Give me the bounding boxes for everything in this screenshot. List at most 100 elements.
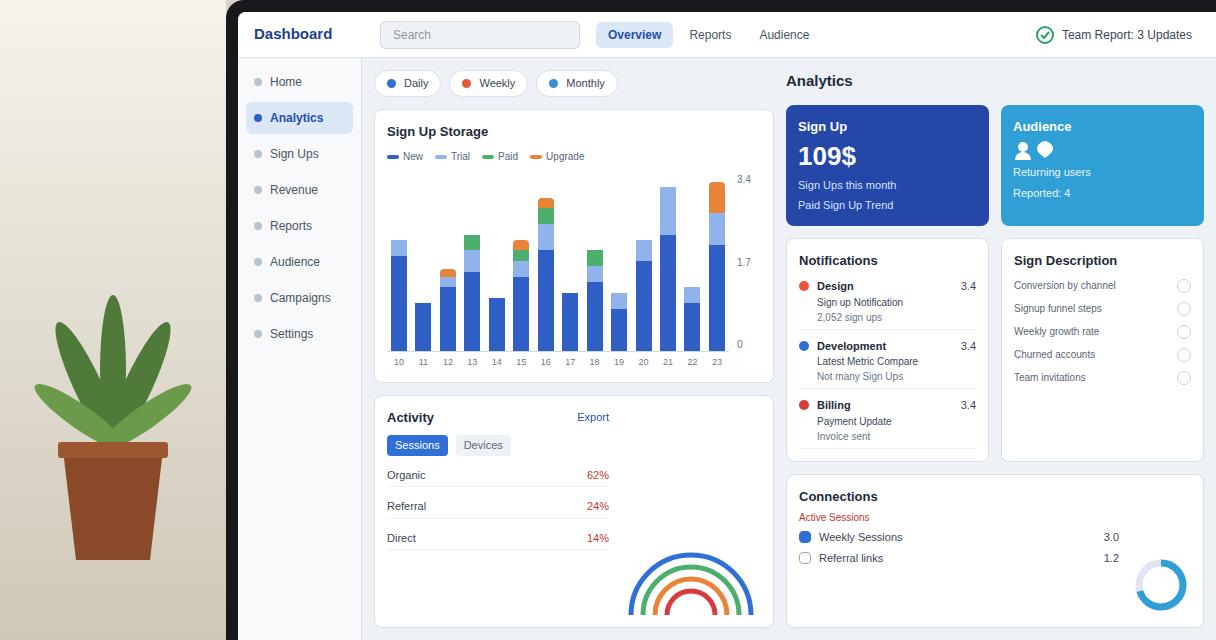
bar [587,250,603,351]
x-label: 19 [611,356,627,370]
search-field[interactable] [380,21,580,49]
middle-row: NotificationsDesignSign up Notification2… [786,238,1204,462]
circle-icon [1177,302,1191,316]
bar-segment [611,309,627,351]
legend-swatch [435,155,447,159]
audience-card: AudienceReturning usersReported: 4 [1001,105,1204,226]
activity-tab[interactable]: Sessions [387,435,448,456]
connections-card: Connections Active Sessions Weekly Session… [786,474,1204,629]
notification-item[interactable]: DevelopmentLatest Metric CompareNot many… [799,338,976,390]
activity-row: Organic62% [387,464,609,488]
donut-gauge [1131,555,1191,615]
signup-card: Sign Up109$Sign Ups this monthPaid Sign … [786,105,989,226]
bar-segment [513,261,529,277]
filter-pill[interactable]: Weekly [449,70,528,97]
audience-title: Audience [1013,117,1192,137]
x-label: 21 [660,356,676,370]
checkbox[interactable] [799,531,811,543]
connection-label: Weekly Sessions [819,529,1096,546]
item-icon [254,114,262,122]
sidebar-item[interactable]: Settings [246,318,353,350]
activity-row: Direct14% [387,527,609,551]
filter-dot [462,79,471,88]
notification-value: 3.4 [961,278,976,295]
legend-swatch [387,155,399,159]
circle-icon [1177,325,1191,339]
sidebar-item[interactable]: Home [246,66,353,98]
legend-item: Paid [482,149,518,164]
notification-item[interactable]: DesignSign up Notification2,052 sign ups… [799,278,976,330]
activity-tab[interactable]: Devices [456,435,511,456]
signup-caption: Sign Ups this month [798,177,977,194]
notification-item[interactable]: BillingPayment UpdateInvoice sent3.4 [799,397,976,449]
sidebar-item[interactable]: Audience [246,246,353,278]
sidebar-item[interactable]: Sign Ups [246,138,353,170]
bar-segment [538,224,554,250]
filter-pill[interactable]: Daily [374,70,441,97]
notification-label: Billing [817,397,953,414]
notification-text: DesignSign up Notification2,052 sign ups [817,278,953,325]
sidebar-label: Campaigns [270,289,331,307]
sidebar-item[interactable]: Reports [246,210,353,242]
activity-label: Direct [387,530,416,547]
bar-segment [709,213,725,245]
filters: Daily Weekly Monthly [374,70,774,97]
description-text: Churned accounts [1014,347,1095,362]
description-text: Team invitations [1014,370,1086,385]
circle-icon [1177,348,1191,362]
legend-swatch [530,155,542,159]
chart-card: Sign Up StorageNewTrialPaidUpgrade101112… [374,109,774,383]
filter-label: Monthly [566,75,605,92]
connections-list: Connections Active Sessions Weekly Session… [799,487,1119,616]
export-button[interactable]: Export [577,409,609,426]
dashboard: DashboardOverviewReportsAudienceTeam Rep… [238,12,1216,640]
sidebar-item[interactable]: Campaigns [246,282,353,314]
sidebar-label: Sign Ups [270,145,319,163]
connection-row: Referral links1.2 [799,550,1119,567]
laptop-screen: DashboardOverviewReportsAudienceTeam Rep… [226,0,1216,640]
activity-value: 62% [587,467,609,484]
top-tab[interactable]: Overview [596,22,673,48]
top-bar: DashboardOverviewReportsAudienceTeam Rep… [238,12,1216,58]
description-title: Sign Description [1014,251,1191,271]
x-label: 15 [513,356,529,370]
notification-value: 3.4 [961,338,976,355]
notification-sub: Not many Sign Ups [817,369,953,384]
x-label: 13 [464,356,480,370]
scene: DashboardOverviewReportsAudienceTeam Rep… [0,0,1216,640]
plot-column: 1011121314151617181920212223 [387,172,729,370]
notification-dot [799,400,809,410]
legend-item: Trial [435,149,470,164]
notification-dot [799,341,809,351]
filter-pill[interactable]: Monthly [536,70,618,97]
bar-segment [587,250,603,266]
connection-label: Referral links [819,550,1096,567]
bar-segment [538,198,554,209]
bar [440,269,456,351]
item-icon [254,258,262,266]
connections-title: Connections [799,487,1119,507]
legend-label: Paid [498,149,518,164]
sidebar-item[interactable]: Analytics [246,102,353,134]
sidebar-item[interactable]: Revenue [246,174,353,206]
top-tab[interactable]: Reports [677,22,743,48]
plant-icon [28,270,198,570]
sidebar: Home Analytics Sign Ups Revenue Reports Audie… [238,58,362,640]
bar-segment [709,182,725,214]
x-label: 10 [391,356,407,370]
top-tab[interactable]: Audience [747,22,821,48]
bar-segment [391,256,407,351]
bar-segment [489,298,505,351]
top-tabs: OverviewReportsAudience [596,22,821,48]
notification-text: DevelopmentLatest Metric CompareNot many… [817,338,953,385]
sidebar-label: Reports [270,217,312,235]
filter-label: Daily [404,75,428,92]
bar-segment [513,250,529,261]
x-label: 18 [587,356,603,370]
signup-note: Paid Sign Up Trend [798,197,977,214]
signup-value: 109$ [798,140,977,173]
checkbox[interactable] [799,552,811,564]
connections-subtitle: Active Sessions [799,510,1119,525]
bar-segment [513,277,529,351]
stat-cards: Sign Up109$Sign Ups this monthPaid Sign … [786,105,1204,226]
